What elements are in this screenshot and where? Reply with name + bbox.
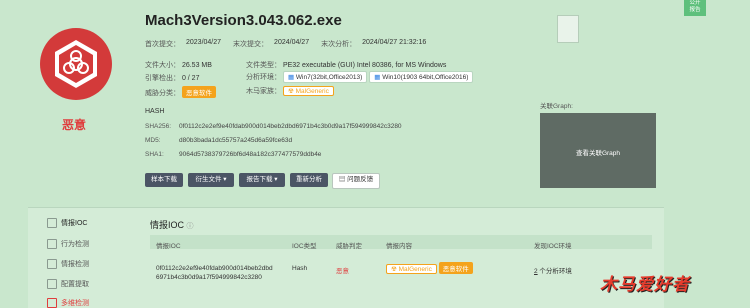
sidebar-item-ioc[interactable]: 情报IOC — [47, 218, 87, 228]
family-row: 木马家族： ☢ MalGeneric — [246, 86, 334, 96]
threat-badge — [40, 28, 112, 100]
ioc-verdict: 恶意 — [336, 268, 349, 275]
ioc-value-line2[interactable]: 6971b4c3b0d9a17f594999842c3280 — [156, 274, 262, 281]
col-env: 发现IOC环境 — [534, 243, 572, 250]
feedback-button[interactable]: ▤ 问题反馈 — [332, 173, 380, 189]
chevron-down-icon: ▾ — [274, 176, 278, 183]
col-type: IOC类型 — [292, 243, 317, 250]
ioc-type: Hash — [292, 265, 308, 272]
threat-row: 威胁分类： 恶意软件 — [145, 86, 216, 98]
sidebar-item-intel[interactable]: 情报检测 — [47, 259, 89, 269]
reanalyze-button[interactable]: 重新分析 — [290, 173, 328, 187]
ioc-panel — [28, 207, 664, 308]
family-tag[interactable]: ☢ MalGeneric — [386, 264, 437, 274]
sha256-row: SHA256: 0f0112c2e2ef9e40fdab900d014beb2db… — [145, 123, 402, 130]
config-icon — [47, 279, 57, 289]
col-content: 情报内容 — [386, 243, 412, 250]
view-graph-link[interactable]: 查看关联Graph — [540, 147, 656, 157]
file-icon — [557, 15, 579, 43]
env-win7-chip[interactable]: ▦ Win7(32bit,Office2013) — [282, 71, 368, 83]
verdict-label: 恶意 — [62, 118, 87, 132]
intel-icon — [47, 259, 57, 269]
help-icon: ⓘ — [186, 223, 194, 230]
chevron-down-icon: ▾ — [223, 176, 227, 183]
sidebar-item-config[interactable]: 配置提取 — [47, 279, 89, 289]
sample-download-button[interactable]: 样本下载 — [145, 173, 183, 187]
sha1-row: SHA1: 9064d5738379726bf6d48a182c377477579… — [145, 151, 322, 158]
behavior-icon — [47, 239, 57, 249]
family-tag[interactable]: ☢ MalGeneric — [282, 86, 334, 96]
env-win10-chip[interactable]: ▦ Win10(1903 64bit,Office2016) — [369, 71, 474, 83]
engine-row: 引擎检出： 0 / 27 — [145, 75, 200, 82]
watermark: 木马爱好者 — [600, 275, 690, 294]
hash-title: HASH — [145, 108, 165, 115]
sha256-value[interactable]: 0f0112c2e2ef9e40fdab900d014beb2dbd6971b4… — [179, 123, 402, 130]
biohazard-icon — [55, 40, 97, 88]
threat-tag[interactable]: 恶意软件 — [438, 262, 473, 274]
type-row: 文件类型： PE32 executable (GUI) Intel 80386,… — [246, 62, 447, 69]
file-name: Mach3Version3.043.062.exe — [145, 12, 342, 29]
col-ioc: 情报IOC — [156, 243, 181, 250]
ioc-content: ☢ MalGeneric 恶意软件 — [386, 262, 473, 274]
col-verdict: 威胁判定 — [336, 243, 362, 250]
sha1-value[interactable]: 9064d5738379726bf6d48a182c377477579ddb4e — [179, 151, 321, 158]
env-row: 分析环境： ▦ Win7(32bit,Office2013) ▦ Win10(1… — [246, 71, 474, 83]
report-download-button[interactable]: 报告下载 ▾ — [239, 173, 285, 187]
graph-preview[interactable]: 查看关联Graph — [540, 113, 656, 188]
threat-tag[interactable]: 恶意软件 — [181, 86, 216, 98]
size-row: 文件大小： 26.53 MB — [145, 62, 212, 69]
meta-row: 首次提交： 2023/04/27 末次提交： 2024/04/27 末次分析： 202… — [145, 39, 427, 48]
sidebar-item-behavior[interactable]: 行为检测 — [47, 239, 89, 249]
public-report-button[interactable]: 公开 报告 — [684, 0, 706, 16]
md5-value[interactable]: d80b3bada1dc55757a245d6a59fce63d — [179, 137, 292, 144]
derived-files-button[interactable]: 衍生文件 ▾ — [188, 173, 234, 187]
ioc-value-line1[interactable]: 0f0112c2e2ef9e40fdab900d014beb2dbd — [156, 265, 273, 272]
md5-row: MD5: d80b3bada1dc55757a245d6a59fce63d — [145, 137, 293, 144]
ioc-env[interactable]: 2 个分析环境 — [534, 265, 572, 275]
ioc-icon — [47, 218, 57, 228]
graph-label: 关联Graph: — [540, 103, 573, 110]
feedback-icon: ▤ — [338, 176, 346, 183]
ioc-title: 情报IOC ⓘ — [150, 220, 194, 230]
